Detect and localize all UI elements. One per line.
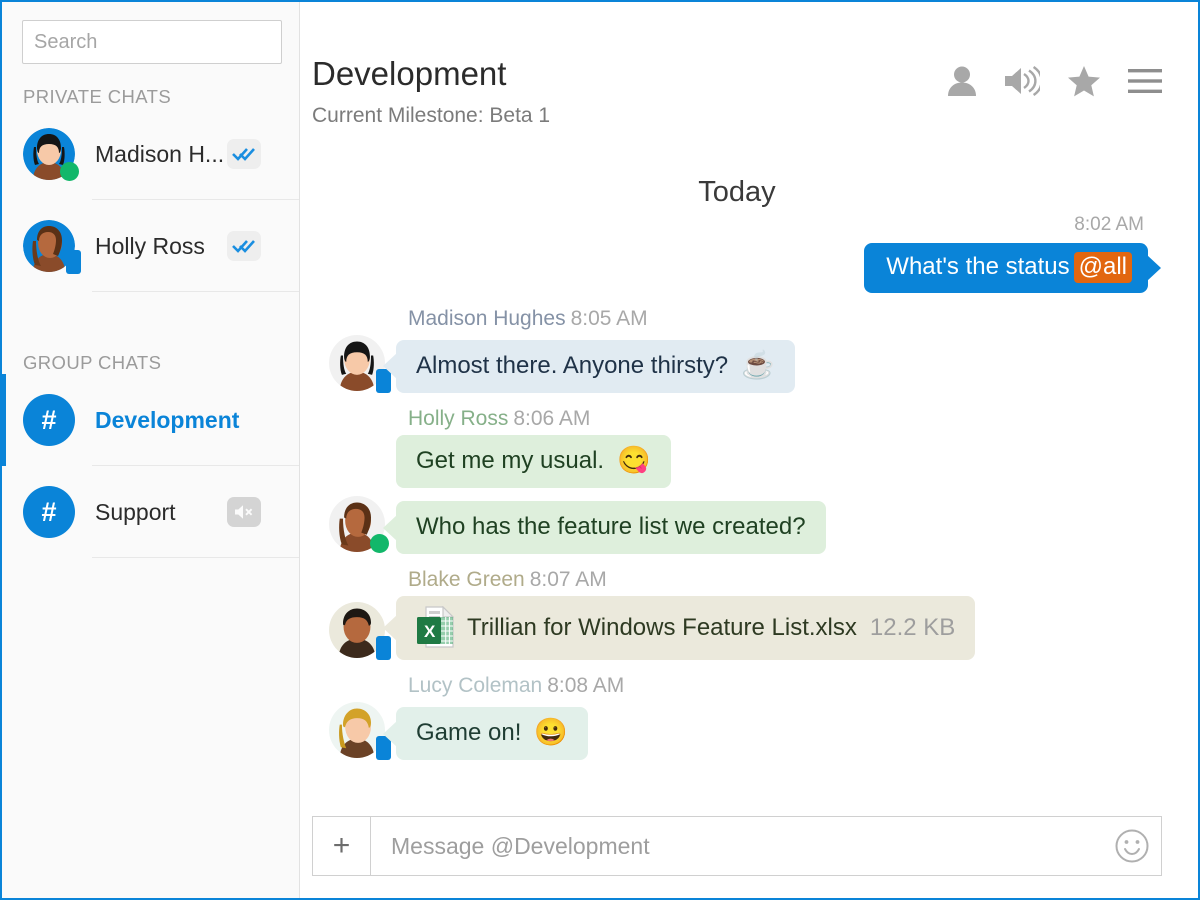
sidebar: PRIVATE CHATS Madison H... [2,2,300,898]
smiling-face-emoji: 😋 [617,445,651,476]
read-receipt-badge [227,139,261,169]
message-outgoing: 8:02 AM What's the status @all [312,214,1162,293]
file-name: Trillian for Windows Feature List.xlsx [467,613,857,641]
avatar-madison [23,128,79,181]
emoji-picker-button[interactable] [1103,817,1161,875]
message-bubble-incoming[interactable]: Game on! 😀 [396,707,589,761]
main-panel: Development Current Milestone: Beta 1 To… [300,2,1198,898]
sidebar-item-development[interactable]: # Development [2,374,299,466]
sidebar-item-label: Madison H... [95,140,225,167]
presence-online-indicator [60,162,79,181]
private-chats-header: PRIVATE CHATS [23,86,172,107]
message-row: Who has the feature list we created? [312,496,1162,555]
message-text: What's the status [886,253,1070,280]
search-input[interactable] [22,20,282,64]
double-check-icon [232,148,255,161]
message-group-lucy-coleman: Lucy Coleman 8:08 AM Game on! 😀 [312,674,1162,761]
message-timestamp: 8:08 AM [547,674,625,698]
chat-subtitle: Current Milestone: Beta 1 [312,104,551,127]
hash-icon: # [23,394,75,446]
message-text: Game on! [416,719,522,746]
message-row: X Trillian for Windows Feature List.xlsx… [312,596,1162,661]
message-timestamp: 8:02 AM [1074,214,1144,235]
sidebar-item-label: Holly Ross [95,232,205,259]
avatar-madison [329,335,391,393]
message-text: Almost there. Anyone thirsty? [416,351,729,379]
chat-header-titles: Development Current Milestone: Beta 1 [312,57,550,128]
message-group-madison-hughes: Madison Hughes 8:05 AM Almost there. Any… [312,307,1162,393]
date-divider: Today [698,176,776,208]
excel-icon: X [417,606,454,648]
message-composer: + [312,816,1162,876]
svg-text:X: X [424,622,436,641]
double-check-icon [232,240,255,253]
message-row: Almost there. Anyone thirsty? ☕ [312,335,1162,393]
page-title: Development [312,55,507,92]
message-group-blake-green: Blake Green 8:07 AM X Trillian for Windo… [312,568,1162,661]
sidebar-item-label: Support [95,498,176,525]
chat-header: Development Current Milestone: Beta 1 [300,2,1198,128]
message-bubble-file[interactable]: X Trillian for Windows Feature List.xlsx… [396,596,976,661]
volume-icon[interactable] [1004,66,1040,96]
star-icon[interactable] [1067,65,1101,97]
presence-mobile-indicator [66,250,81,274]
message-sender-line: Madison Hughes 8:05 AM [408,307,1162,331]
mute-icon [235,505,253,519]
sender-name: Holly Ross [408,407,509,430]
sender-name: Blake Green [408,568,525,592]
mention-all-badge[interactable]: @all [1073,252,1132,283]
header-actions [947,65,1162,97]
row-divider [92,557,299,558]
message-bubble-outgoing[interactable]: What's the status @all [864,243,1148,293]
message-bubble-incoming[interactable]: Who has the feature list we created? [396,501,826,555]
sidebar-item-holly-ross[interactable]: Holly Ross [2,200,299,292]
menu-icon[interactable] [1128,68,1162,94]
contact-icon[interactable] [947,65,977,97]
message-text: Get me my usual. [416,447,605,474]
message-timestamp: 8:05 AM [570,307,648,330]
file-size: 12.2 KB [869,613,956,641]
message-sender-line: Blake Green 8:07 AM [408,568,1162,592]
smiley-icon [1115,829,1149,863]
sender-name: Lucy Coleman [408,674,543,698]
sender-name: Madison Hughes [408,307,566,330]
read-receipt-badge [227,231,261,261]
grinning-face-emoji: 😀 [534,717,569,748]
hash-icon: # [23,486,75,538]
message-bubble-incoming[interactable]: Almost there. Anyone thirsty? ☕ [396,339,795,393]
message-input[interactable] [371,817,1103,875]
message-timestamp: 8:06 AM [513,407,591,430]
message-row: Game on! 😀 [312,702,1162,761]
coffee-emoji: ☕ [741,349,775,380]
search-container [2,2,299,64]
message-sender-line: Lucy Coleman 8:08 AM [408,674,1162,698]
message-bubble-incoming[interactable]: Get me my usual. 😋 [396,435,671,489]
sidebar-item-label: Development [95,406,240,433]
message-group-holly-ross: Holly Ross 8:06 AM Get me my usual. 😋 Wh… [312,407,1162,555]
message-list[interactable]: Today 8:02 AM What's the status @all Madi… [300,128,1198,816]
sidebar-item-madison-hughes[interactable]: Madison H... [2,108,299,200]
add-attachment-button[interactable]: + [313,817,371,875]
avatar-holly [329,496,389,554]
avatar-lucy [329,702,391,761]
message-text: Who has the feature list we created? [416,513,806,540]
avatar-holly [23,220,81,274]
row-divider [92,291,299,292]
group-chats-header: GROUP CHATS [23,352,162,373]
message-sender-line: Holly Ross 8:06 AM [408,407,1162,431]
avatar-blake [329,602,391,661]
mute-badge [227,497,261,527]
sidebar-item-support[interactable]: # Support [2,466,299,558]
message-row: Get me my usual. 😋 [312,435,1162,489]
message-timestamp: 8:07 AM [529,568,607,592]
trillian-chat-window: PRIVATE CHATS Madison H... [0,0,1200,900]
